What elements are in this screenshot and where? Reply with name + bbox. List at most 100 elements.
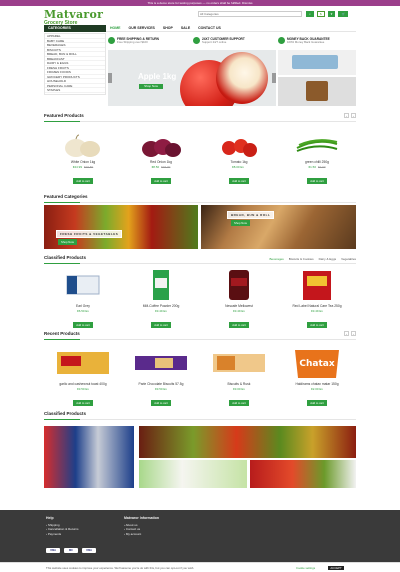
chevron-right-icon[interactable]: ›: [351, 113, 356, 118]
cookie-settings-link[interactable]: Cookie settings: [296, 563, 315, 572]
product-name[interactable]: Biscuits & Rusk: [200, 382, 278, 386]
tab-dairy[interactable]: Dairy & Eggs: [319, 257, 337, 261]
search-category-select[interactable]: All Categories: [200, 12, 219, 16]
price-old: €2.00: [318, 165, 326, 169]
add-to-cart-button[interactable]: Add to cart: [307, 322, 327, 328]
side-banner-top[interactable]: [278, 50, 356, 75]
product-image: [131, 346, 191, 380]
footer-link[interactable]: My account: [124, 532, 159, 537]
product-card[interactable]: Red Label Natural Care Tea 250g €3.49 Ex…: [278, 268, 356, 331]
product-name[interactable]: Haldirams chatax matar 150g: [278, 382, 356, 386]
hero-shop-now-button[interactable]: Shop Now: [139, 84, 163, 89]
search-icon[interactable]: ⌕: [306, 11, 314, 17]
product-name[interactable]: MM-Coffee Powder 200g: [122, 304, 200, 308]
add-to-cart-button[interactable]: Add to cart: [229, 400, 249, 406]
tab-beverages[interactable]: Beverages: [269, 257, 283, 261]
currency-icon[interactable]: $: [317, 11, 325, 17]
add-to-cart-button[interactable]: Add to cart: [73, 400, 93, 406]
chevron-left-icon[interactable]: ‹: [344, 331, 349, 336]
product-price: €3.00 Ex: [233, 387, 245, 391]
service-subtitle: 100% Money Back Guarantee: [287, 40, 325, 44]
product-image: [61, 134, 105, 158]
categories-button[interactable]: CATEGORIES: [44, 25, 106, 32]
visa-icon: VISA: [46, 548, 60, 553]
section-title-featured-categories: Featured Categories: [44, 194, 88, 199]
chevron-right-icon[interactable]: ›: [351, 331, 356, 336]
jar-image: [292, 55, 338, 69]
footer-heading: Matvaror Information: [124, 516, 160, 520]
product-name[interactable]: Parle Chocolate Biscuits 57.5g: [122, 382, 200, 386]
add-to-cart-button[interactable]: Add to cart: [73, 178, 93, 184]
side-banner-bottom[interactable]: [278, 77, 356, 106]
product-name[interactable]: garlic and cashewnut toast 400g: [44, 382, 122, 386]
slider-next-arrow[interactable]: [272, 73, 276, 83]
product-card[interactable]: garlic and cashewnut toast 400g €3.50 Ex…: [44, 346, 122, 409]
banner-vegetables[interactable]: [250, 460, 356, 488]
add-to-cart-button[interactable]: Add to cart: [307, 178, 327, 184]
wishlist-icon[interactable]: ♥: [327, 11, 336, 17]
product-card[interactable]: Chatax Haldirams chatax matar 150g €2.00…: [278, 346, 356, 409]
category-banner-fruits[interactable]: FRESH FRUITS & VEGETABLES Shop Now: [44, 205, 198, 249]
add-to-cart-button[interactable]: Add to cart: [229, 178, 249, 184]
add-to-cart-button[interactable]: Add to cart: [151, 400, 171, 406]
product-name[interactable]: Earl Grey: [44, 304, 122, 308]
add-to-cart-button[interactable]: Add to cart: [307, 400, 327, 406]
cart-icon[interactable]: 🛒: [338, 11, 349, 17]
apple-half-image: [216, 52, 268, 104]
cookie-accept-button[interactable]: ACCEPT: [328, 566, 344, 570]
banner-fruits[interactable]: [139, 426, 356, 458]
product-card[interactable]: Red Onion 1kg €8.50 €15.00 Add to cart: [122, 134, 200, 187]
nav-home[interactable]: HOME: [110, 25, 121, 32]
banner-tea[interactable]: [139, 460, 247, 488]
tab-vegetables[interactable]: Vegetables: [341, 257, 356, 261]
footer-link[interactable]: Cancellation & Returns: [46, 527, 79, 532]
product-name[interactable]: Tomato 1kg: [200, 160, 278, 164]
bag-image: [306, 81, 328, 101]
service-shipping: FREE SHIPPING & RETURN Free Shipping over…: [108, 37, 186, 47]
category-shop-now-button[interactable]: Shop Now: [58, 239, 77, 245]
chevron-left-icon[interactable]: ‹: [344, 113, 349, 118]
tab-biscuits[interactable]: Biscuits & Cookies: [289, 257, 314, 261]
product-card[interactable]: White Onion 1kg €24.99 €26.50 Add to cart: [44, 134, 122, 187]
product-name[interactable]: green chilli 250g: [278, 160, 356, 164]
payment-icons: VISA MC VISA: [46, 548, 96, 553]
product-image: [209, 346, 269, 380]
slider-prev-arrow[interactable]: [108, 73, 112, 83]
footer-link[interactable]: Payments: [46, 532, 79, 537]
product-card[interactable]: Parle Chocolate Biscuits 57.5g €3.50 Ex …: [122, 346, 200, 409]
nav-our-services[interactable]: OUR SERVICES: [129, 25, 155, 32]
price-current: €24.99: [72, 165, 82, 169]
product-price: €6.50 Ex: [77, 309, 89, 313]
featured-categories-banners: FRESH FRUITS & VEGETABLES Shop Now BREAD…: [44, 205, 356, 249]
product-name[interactable]: White Onion 1kg: [44, 160, 122, 164]
category-shop-now-button[interactable]: Shop Now: [231, 220, 250, 226]
demo-notice-bar[interactable]: This is a demo store for testing purpose…: [0, 0, 400, 6]
product-image: [217, 134, 261, 158]
nav-shop[interactable]: SHOP: [163, 25, 173, 32]
product-card[interactable]: Nescafe Mellowest €3.49 Ex Add to cart: [200, 268, 278, 331]
add-to-cart-button[interactable]: Add to cart: [229, 322, 249, 328]
product-card[interactable]: green chilli 250g €1.50 €2.00 Add to cart: [278, 134, 356, 187]
product-price: €3.49 Ex: [233, 309, 245, 313]
product-name[interactable]: Nescafe Mellowest: [200, 304, 278, 308]
banner-energy-drink[interactable]: [44, 426, 134, 488]
add-to-cart-button[interactable]: Add to cart: [151, 322, 171, 328]
product-price: €2.00 Ex: [311, 387, 323, 391]
sidebar-item[interactable]: STAPLES: [45, 88, 105, 93]
category-banner-bread[interactable]: BREAD, BUN & ROLL Shop Now: [201, 205, 356, 249]
product-name[interactable]: Red Label Natural Care Tea 250g: [278, 304, 356, 308]
product-price: €3.49 Ex: [155, 309, 167, 313]
product-name[interactable]: Red Onion 1kg: [122, 160, 200, 164]
nav-contact-us[interactable]: CONTACT US: [198, 25, 221, 32]
add-to-cart-button[interactable]: Add to cart: [151, 178, 171, 184]
product-card[interactable]: MM-Coffee Powder 200g €3.49 Ex Add to ca…: [122, 268, 200, 331]
product-card[interactable]: Biscuits & Rusk €3.00 Ex Add to cart: [200, 346, 278, 409]
add-to-cart-button[interactable]: Add to cart: [73, 322, 93, 328]
product-image: [61, 268, 105, 302]
price-current: €8.00 Ex: [232, 165, 244, 169]
product-card[interactable]: Tomato 1kg €8.00 Ex Add to cart: [200, 134, 278, 187]
nav-sale[interactable]: SALE: [181, 25, 190, 32]
hero-slider[interactable]: Apple 1kg Shop Now: [108, 50, 276, 106]
product-card[interactable]: Earl Grey €6.50 Ex Add to cart: [44, 268, 122, 331]
footer-help-column: Help Shipping Cancellation & Returns Pay…: [46, 516, 79, 536]
